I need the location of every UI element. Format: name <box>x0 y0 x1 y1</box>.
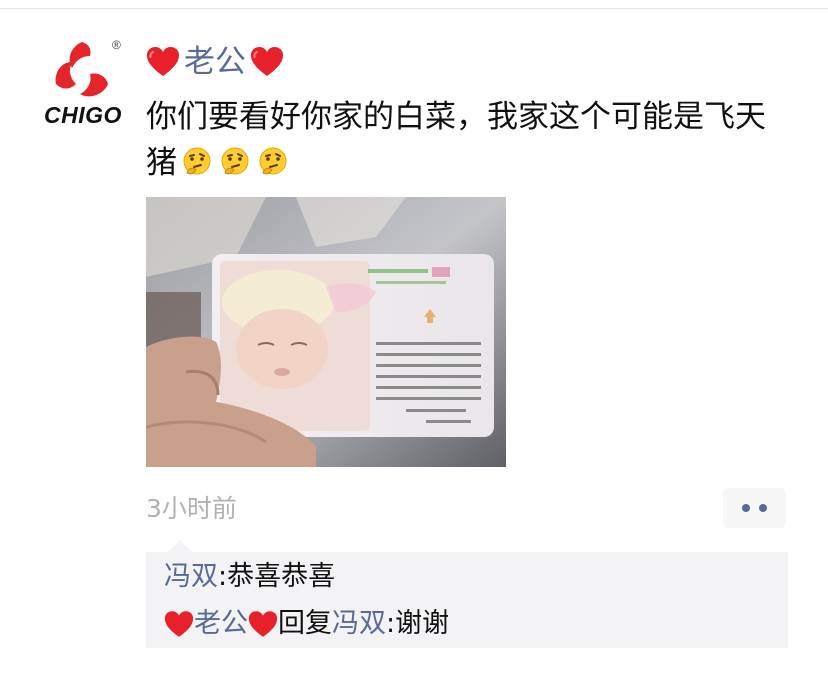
comment-text: 恭喜恭喜 <box>227 561 336 592</box>
comment-separator: : <box>218 561 228 592</box>
post-photo[interactable] <box>146 197 506 467</box>
emoji-row <box>181 146 289 178</box>
baby-card-photo <box>146 197 506 467</box>
reply-to-author[interactable]: 冯双 <box>332 604 386 644</box>
more-options-icon <box>742 504 750 512</box>
comment-text: 谢谢 <box>395 608 450 639</box>
top-divider <box>0 8 828 9</box>
red-heart-icon <box>248 610 278 639</box>
post-time: 3小时前 <box>146 494 237 523</box>
thinking-face-icon <box>221 147 249 174</box>
red-heart-icon <box>146 46 180 78</box>
chigo-logo-icon <box>55 42 108 97</box>
comment-item[interactable]: 冯双: 恭喜恭喜 <box>164 557 335 597</box>
avatar[interactable]: ® CHIGO <box>34 38 128 132</box>
comments-section: 冯双: 恭喜恭喜 老公 回复 冯双: 谢谢 <box>146 540 788 648</box>
comments-pointer <box>168 540 192 552</box>
comment-separator: : <box>386 608 396 639</box>
avatar-logo-text: CHIGO <box>44 102 122 128</box>
thinking-face-icon <box>259 147 287 174</box>
author-name: 老公 <box>184 43 246 80</box>
red-heart-icon <box>250 46 284 78</box>
red-heart-icon <box>164 610 194 639</box>
comment-item[interactable]: 老公 回复 冯双: 谢谢 <box>164 604 449 644</box>
reply-word: 回复 <box>278 608 332 639</box>
post-text: 你们要看好你家的白菜，我家这个可能是飞天猪 <box>146 94 796 186</box>
comment-author[interactable]: 老公 <box>194 604 248 644</box>
more-options-icon <box>759 504 767 512</box>
thinking-face-icon <box>183 147 211 174</box>
post-author[interactable]: 老公 <box>146 40 284 84</box>
comment-author[interactable]: 冯双 <box>164 557 218 597</box>
registered-mark: ® <box>112 38 121 52</box>
more-options-button[interactable] <box>723 488 786 528</box>
